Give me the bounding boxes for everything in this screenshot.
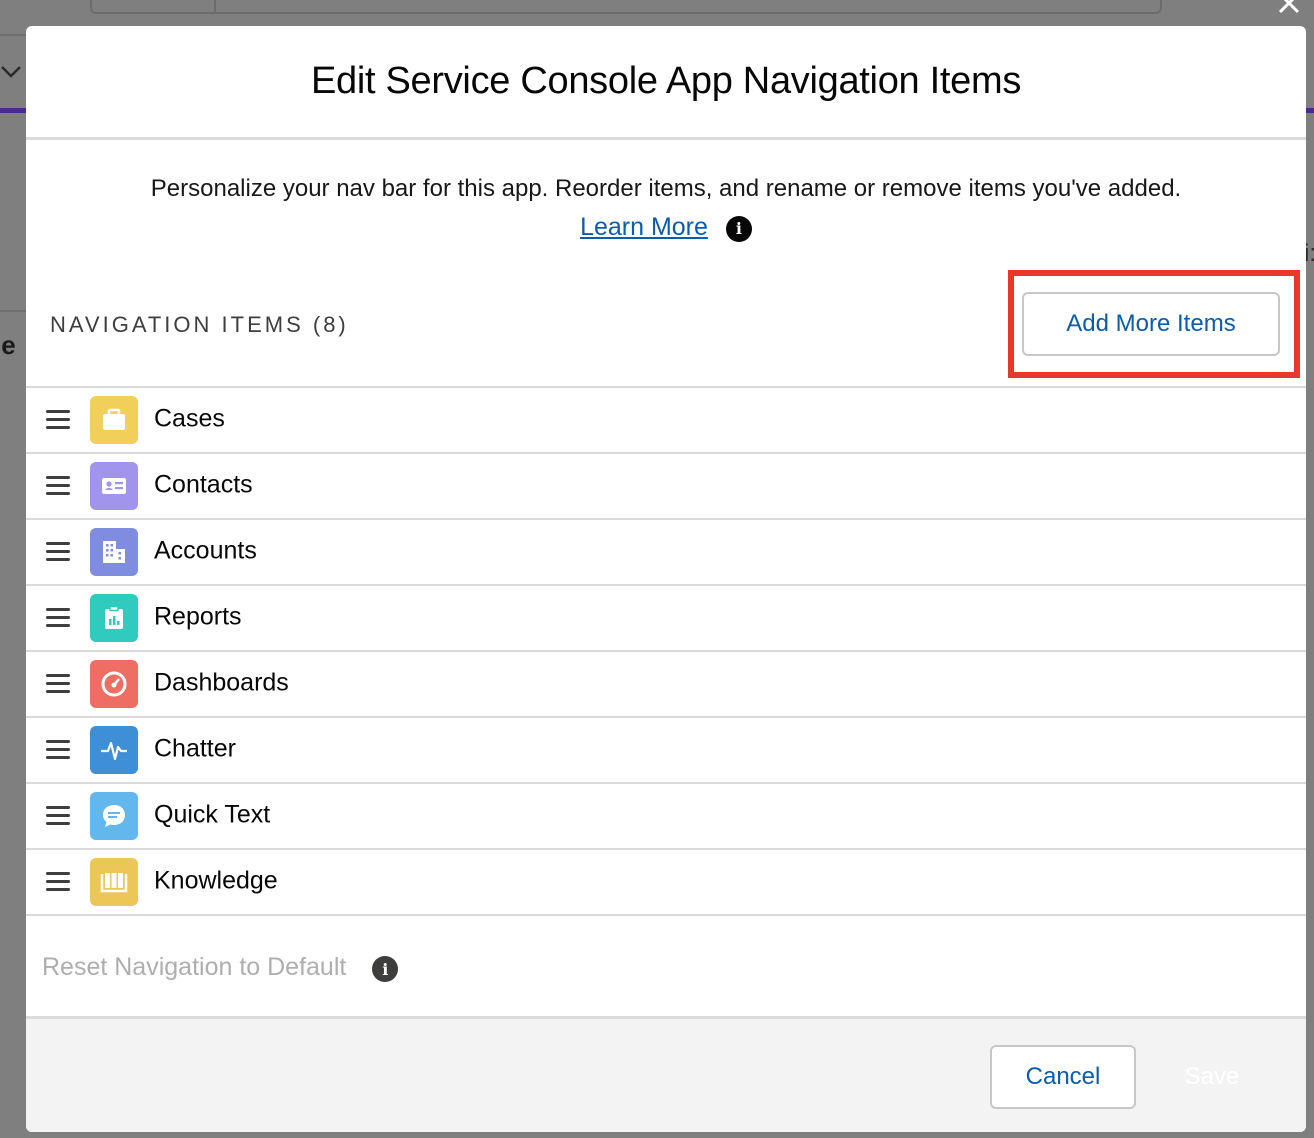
nav-item-quick-text[interactable]: Quick Text (26, 784, 1306, 850)
background-search-bar (90, 0, 1162, 14)
background-divider (0, 310, 26, 312)
nav-item-label: Dashboards (154, 668, 289, 697)
save-button[interactable]: Save (1156, 1045, 1268, 1109)
report-icon (90, 594, 138, 642)
drag-handle-icon[interactable] (46, 476, 70, 496)
navigation-items-count: NAVIGATION ITEMS (8) (50, 312, 349, 337)
nav-item-chatter[interactable]: Chatter (26, 718, 1306, 784)
modal-footer: Cancel Save (26, 1016, 1306, 1132)
background-accent-bar-right (1306, 108, 1314, 113)
info-icon[interactable]: i (372, 956, 399, 982)
learn-more-link[interactable]: Learn More (580, 208, 708, 246)
drag-handle-icon[interactable] (46, 740, 70, 760)
chevron-down-icon (1, 66, 21, 78)
cancel-button[interactable]: Cancel (990, 1045, 1136, 1109)
background-text-fragment: je (0, 330, 16, 360)
drag-handle-icon[interactable] (46, 872, 70, 892)
navigation-items-list: Cases Contacts Accounts Reports Dashboar… (26, 388, 1306, 916)
intro-text: Personalize your nav bar for this app. R… (150, 175, 1182, 202)
learn-more-row: Learn More i (26, 208, 1306, 246)
nav-item-label: Knowledge (154, 866, 278, 895)
reset-navigation-link[interactable]: Reset Navigation to Default (42, 953, 346, 982)
nav-item-dashboards[interactable]: Dashboards (26, 652, 1306, 718)
nav-item-cases[interactable]: Cases (26, 388, 1306, 454)
quick-text-icon (90, 792, 138, 840)
dashboard-icon (90, 660, 138, 708)
nav-item-label: Chatter (154, 734, 236, 763)
drag-handle-icon[interactable] (46, 806, 70, 826)
info-icon[interactable]: i (725, 216, 752, 242)
case-icon (90, 396, 138, 444)
drag-handle-icon[interactable] (46, 674, 70, 694)
drag-handle-icon[interactable] (46, 410, 70, 430)
nav-item-label: Reports (154, 602, 242, 631)
nav-item-label: Accounts (154, 536, 257, 565)
knowledge-icon (90, 858, 138, 906)
nav-item-accounts[interactable]: Accounts (26, 520, 1306, 586)
drag-handle-icon[interactable] (46, 608, 70, 628)
add-more-items-button[interactable]: Add More Items (1022, 292, 1280, 356)
close-icon[interactable] (1274, 0, 1304, 18)
background-accent-bar (0, 108, 26, 113)
edit-navigation-modal: Edit Service Console App Navigation Item… (26, 26, 1306, 1132)
modal-title: Edit Service Console App Navigation Item… (310, 60, 1022, 102)
nav-item-label: Contacts (154, 470, 253, 499)
nav-item-knowledge[interactable]: Knowledge (26, 850, 1306, 916)
nav-item-label: Cases (154, 404, 225, 433)
nav-item-reports[interactable]: Reports (26, 586, 1306, 652)
contact-icon (90, 462, 138, 510)
account-icon (90, 528, 138, 576)
modal-intro: Personalize your nav bar for this app. R… (26, 140, 1306, 246)
chatter-icon (90, 726, 138, 774)
modal-header: Edit Service Console App Navigation Item… (26, 26, 1306, 140)
drag-handle-icon[interactable] (46, 542, 70, 562)
nav-item-label: Quick Text (154, 800, 271, 829)
nav-item-contacts[interactable]: Contacts (26, 454, 1306, 520)
reset-navigation-row: Reset Navigation to Default i (42, 952, 399, 982)
